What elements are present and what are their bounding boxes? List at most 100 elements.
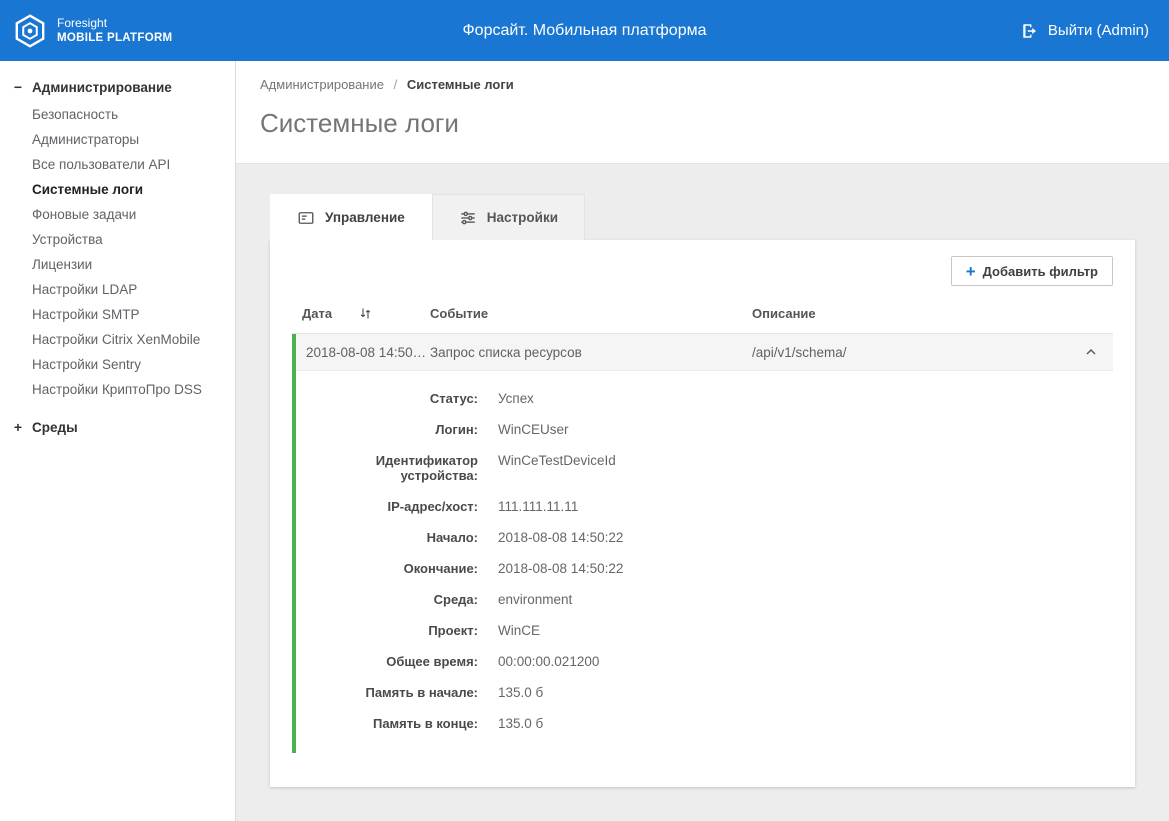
- tab-management[interactable]: Управление: [270, 194, 432, 240]
- detail-row: Среда: environment: [296, 584, 1113, 615]
- logout-icon: [1021, 22, 1039, 40]
- top-header: Foresight MOBILE PLATFORM Форсайт. Мобил…: [0, 0, 1169, 61]
- sidebar-item[interactable]: Безопасность: [0, 102, 235, 127]
- brand-name: Foresight: [57, 16, 172, 31]
- logout-button[interactable]: Выйти (Admin): [1021, 0, 1149, 61]
- detail-label: Начало:: [296, 530, 478, 545]
- detail-row: Логин: WinCEUser: [296, 414, 1113, 445]
- sidebar-item-label: Устройства: [32, 232, 103, 247]
- column-header-event: Событие: [430, 306, 752, 321]
- sidebar-item-label: Настройки КриптоПро DSS: [32, 382, 202, 397]
- breadcrumb: Администрирование / Системные логи: [260, 77, 1145, 92]
- sidebar-item-administration[interactable]: − Администрирование: [0, 74, 235, 100]
- sidebar-item[interactable]: Лицензии: [0, 252, 235, 277]
- column-header-date: Дата: [302, 306, 430, 321]
- sidebar-item-label: Системные логи: [32, 182, 143, 197]
- detail-label: Память в начале:: [296, 685, 478, 700]
- sidebar-item[interactable]: Системные логи: [0, 177, 235, 202]
- sidebar-item[interactable]: Настройки КриптоПро DSS: [0, 377, 235, 402]
- tab-settings[interactable]: Настройки: [432, 194, 585, 240]
- sidebar-item-label: Фоновые задачи: [32, 207, 136, 222]
- app-title: Форсайт. Мобильная платформа: [0, 22, 1169, 40]
- sidebar-item[interactable]: Настройки Citrix XenMobile: [0, 327, 235, 352]
- list-card-icon: [297, 209, 315, 227]
- detail-row: Окончание: 2018-08-08 14:50:22: [296, 553, 1113, 584]
- add-filter-label: Добавить фильтр: [983, 264, 1098, 279]
- sidebar-item-label: Администраторы: [32, 132, 139, 147]
- detail-value: WinCE: [498, 623, 1113, 638]
- foresight-logo-icon: [12, 13, 48, 49]
- sidebar-admin-children: Безопасность Администраторы Все пользова…: [0, 100, 235, 406]
- tab-management-label: Управление: [325, 210, 405, 225]
- sidebar-item-label: Лицензии: [32, 257, 92, 272]
- sidebar-item[interactable]: Настройки LDAP: [0, 277, 235, 302]
- page-head: Администрирование / Системные логи Систе…: [236, 61, 1169, 164]
- sidebar-item[interactable]: Фоновые задачи: [0, 202, 235, 227]
- detail-row: Статус: Успех: [296, 383, 1113, 414]
- main-area: Администрирование / Системные логи Систе…: [236, 61, 1169, 821]
- sidebar-item[interactable]: Все пользователи API: [0, 152, 235, 177]
- detail-value: environment: [498, 592, 1113, 607]
- sidebar-item-label: Настройки LDAP: [32, 282, 137, 297]
- log-row-date: 2018-08-08 14:50…: [306, 345, 430, 360]
- detail-value: 00:00:00.021200: [498, 654, 1113, 669]
- content-area: Управление Настройки +: [236, 164, 1169, 787]
- breadcrumb-current: Системные логи: [407, 77, 514, 92]
- sidebar-administration-label: Администрирование: [32, 80, 172, 95]
- expand-plus-icon[interactable]: +: [12, 419, 24, 435]
- column-header-description: Описание: [752, 306, 1073, 321]
- detail-value: 135.0 б: [498, 685, 1113, 700]
- tune-icon: [459, 209, 477, 227]
- log-row-event: Запрос списка ресурсов: [430, 345, 752, 360]
- sidebar-item-environments[interactable]: + Среды: [0, 414, 235, 440]
- log-entry: 2018-08-08 14:50… Запрос списка ресурсов…: [292, 334, 1113, 753]
- log-row[interactable]: 2018-08-08 14:50… Запрос списка ресурсов…: [296, 334, 1113, 371]
- detail-label: Статус:: [296, 391, 478, 406]
- detail-row: IP-адрес/хост: 111.111.11.11: [296, 491, 1113, 522]
- sidebar-item-label: Все пользователи API: [32, 157, 170, 172]
- logout-label: Выйти (Admin): [1048, 22, 1149, 39]
- detail-value: 111.111.11.11: [498, 499, 1113, 514]
- brand-text: Foresight MOBILE PLATFORM: [57, 16, 172, 45]
- chevron-up-icon[interactable]: [1073, 344, 1113, 360]
- sidebar-item[interactable]: Настройки SMTP: [0, 302, 235, 327]
- detail-row: Идентификатор устройства: WinCeTestDevic…: [296, 445, 1113, 491]
- table-header: Дата Событие Описание: [292, 296, 1113, 334]
- card-toolbar: + Добавить фильтр: [292, 256, 1113, 286]
- sidebar-environments-label: Среды: [32, 420, 78, 435]
- sort-icon[interactable]: [358, 306, 373, 321]
- detail-row: Память в начале: 135.0 б: [296, 677, 1113, 708]
- detail-label: Окончание:: [296, 561, 478, 576]
- brand: Foresight MOBILE PLATFORM: [0, 13, 172, 49]
- logs-card: + Добавить фильтр Дата С: [270, 240, 1135, 787]
- detail-row: Проект: WinCE: [296, 615, 1113, 646]
- sidebar-item-label: Настройки Citrix XenMobile: [32, 332, 200, 347]
- sidebar-item[interactable]: Настройки Sentry: [0, 352, 235, 377]
- detail-label: Идентификатор устройства:: [296, 453, 478, 483]
- sidebar-item[interactable]: Устройства: [0, 227, 235, 252]
- log-details: Статус: Успех Логин: WinCEUser Идентифик…: [296, 371, 1113, 753]
- collapse-minus-icon[interactable]: −: [12, 79, 24, 95]
- detail-label: Проект:: [296, 623, 478, 638]
- sidebar-item-label: Настройки SMTP: [32, 307, 139, 322]
- detail-value: Успех: [498, 391, 1113, 406]
- detail-value: 135.0 б: [498, 716, 1113, 731]
- detail-label: IP-адрес/хост:: [296, 499, 478, 514]
- detail-label: Общее время:: [296, 654, 478, 669]
- add-filter-button[interactable]: + Добавить фильтр: [951, 256, 1113, 286]
- breadcrumb-separator: /: [394, 77, 398, 92]
- detail-value: 2018-08-08 14:50:22: [498, 561, 1113, 576]
- sidebar-item-label: Безопасность: [32, 107, 118, 122]
- detail-row: Начало: 2018-08-08 14:50:22: [296, 522, 1113, 553]
- tab-settings-label: Настройки: [487, 210, 558, 225]
- detail-row: Общее время: 00:00:00.021200: [296, 646, 1113, 677]
- sidebar-item-label: Настройки Sentry: [32, 357, 141, 372]
- breadcrumb-administration[interactable]: Администрирование: [260, 77, 384, 92]
- detail-value: WinCeTestDeviceId: [498, 453, 1113, 468]
- detail-label: Среда:: [296, 592, 478, 607]
- detail-row: Память в конце: 135.0 б: [296, 708, 1113, 739]
- sidebar-item[interactable]: Администраторы: [0, 127, 235, 152]
- sidebar: − Администрирование Безопасность Админис…: [0, 61, 236, 821]
- log-row-description: /api/v1/schema/: [752, 345, 1073, 360]
- plus-icon: +: [966, 263, 976, 280]
